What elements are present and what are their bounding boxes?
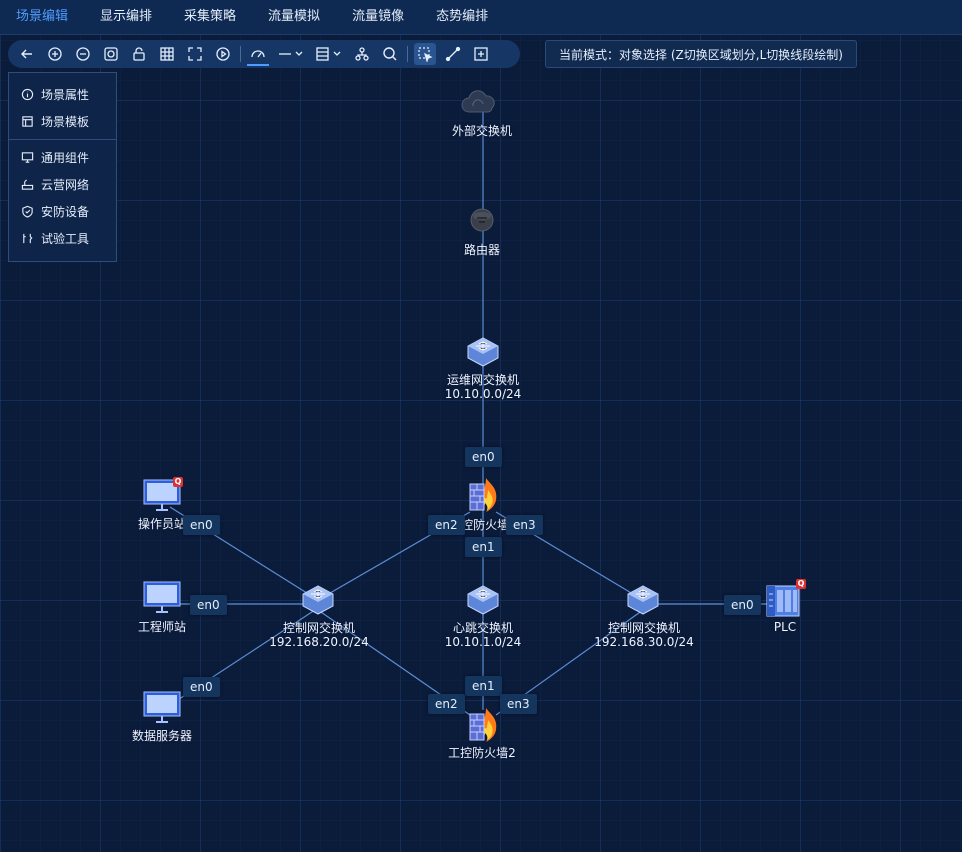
switch-icon[interactable] — [466, 584, 500, 616]
port-label[interactable]: en2 — [428, 515, 465, 535]
canvas-toolbar — [8, 40, 520, 68]
panel-cloud-network-label: 云营网络 — [41, 178, 90, 192]
router-label: 路由器 — [463, 243, 501, 257]
monitor-icon — [21, 152, 34, 163]
panel-security[interactable]: 安防设备 — [9, 198, 116, 225]
port-label[interactable]: en0 — [183, 677, 220, 697]
tools-icon — [23, 233, 33, 244]
gauge-icon[interactable] — [247, 42, 269, 66]
zoom-out-icon[interactable] — [72, 43, 94, 65]
ctrl-switch-left-label: 控制网交换机 — [282, 621, 356, 635]
cloud-icon[interactable] — [461, 88, 499, 116]
fit-view-icon[interactable] — [100, 43, 122, 65]
draw-line-icon[interactable] — [442, 43, 464, 65]
tree-icon[interactable] — [351, 43, 373, 65]
menu-traffic-mirror[interactable]: 流量镜像 — [336, 0, 420, 34]
add-node-icon[interactable] — [470, 43, 492, 65]
info-icon — [21, 88, 34, 101]
data-server-label: 数据服务器 — [131, 729, 193, 743]
template-icon — [22, 116, 33, 127]
port-label[interactable]: en1 — [465, 676, 502, 696]
engineer-station-label: 工程师站 — [137, 620, 187, 634]
router-icon — [21, 179, 34, 190]
play-icon[interactable] — [212, 43, 234, 65]
heartbeat-switch-label: 心跳交换机 — [452, 621, 514, 635]
panel-divider — [9, 139, 116, 140]
ctrl-switch-right-label: 控制网交换机 — [607, 621, 681, 635]
select-box-icon[interactable] — [414, 43, 436, 65]
line-style-icon[interactable] — [275, 43, 307, 65]
ops-switch-subnet: 10.10.0.0/24 — [444, 387, 522, 401]
menu-collect[interactable]: 采集策略 — [168, 0, 252, 34]
port-label[interactable]: en0 — [190, 595, 227, 615]
port-label[interactable]: en0 — [465, 447, 502, 467]
qbadge-operator: Q — [173, 477, 183, 487]
router-icon[interactable] — [468, 206, 496, 234]
ctrl-switch-left-subnet: 192.168.20.0/24 — [269, 635, 369, 649]
back-icon[interactable] — [16, 43, 38, 65]
switch-icon[interactable] — [626, 584, 660, 616]
toolbar-divider — [407, 46, 408, 62]
panel-test-tools-label: 试验工具 — [41, 232, 90, 246]
panel-test-tools[interactable]: 试验工具 — [9, 225, 116, 252]
switch-icon[interactable] — [466, 336, 500, 368]
port-label[interactable]: en0 — [724, 595, 761, 615]
plc-label: PLC — [773, 620, 797, 634]
ops-switch-label: 运维网交换机 — [446, 373, 520, 387]
operator-station-label: 操作员站 — [137, 517, 187, 531]
port-label[interactable]: en3 — [506, 515, 543, 535]
port-label[interactable]: en0 — [183, 515, 220, 535]
menu-display[interactable]: 显示编排 — [84, 0, 168, 34]
top-menu-bar: 场景编辑 显示编排 采集策略 流量模拟 流量镜像 态势编排 — [0, 0, 962, 35]
grid-icon[interactable] — [156, 43, 178, 65]
panel-scene-template-label: 场景模板 — [41, 115, 90, 129]
monitor-icon[interactable] — [142, 580, 182, 614]
menu-situation[interactable]: 态势编排 — [420, 0, 504, 34]
menu-traffic-sim[interactable]: 流量模拟 — [252, 0, 336, 34]
port-label[interactable]: en1 — [465, 537, 502, 557]
component-panel: 场景属性 场景模板 通用组件 云营网络 安防设备 试验工具 — [8, 72, 117, 262]
firewall2-label: 工控防火墙2 — [448, 746, 516, 760]
mode-indicator: 当前模式：对象选择 (Z切换区域划分,L切换线段绘制) — [545, 40, 857, 68]
panel-common[interactable]: 通用组件 — [9, 144, 116, 171]
menu-scene-edit[interactable]: 场景编辑 — [0, 0, 84, 34]
port-label[interactable]: en3 — [500, 694, 537, 714]
qbadge-plc: Q — [796, 579, 806, 589]
firewall-icon[interactable] — [466, 474, 502, 516]
toolbar-divider — [240, 46, 241, 62]
external-switch-label: 外部交换机 — [451, 124, 513, 138]
panel-scene-props-label: 场景属性 — [41, 88, 90, 102]
layout-icon[interactable] — [313, 43, 345, 65]
panel-scene-template[interactable]: 场景模板 — [9, 108, 116, 135]
ctrl-switch-right-subnet: 192.168.30.0/24 — [594, 635, 694, 649]
heartbeat-switch-subnet: 10.10.1.0/24 — [444, 635, 522, 649]
port-label[interactable]: en2 — [428, 694, 465, 714]
shield-icon — [22, 205, 33, 218]
panel-scene-props[interactable]: 场景属性 — [9, 81, 116, 108]
firewall-icon[interactable] — [466, 704, 502, 746]
panel-security-label: 安防设备 — [41, 205, 90, 219]
switch-icon[interactable] — [301, 584, 335, 616]
fullscreen-icon[interactable] — [184, 43, 206, 65]
lock-icon[interactable] — [128, 43, 150, 65]
monitor-icon[interactable] — [142, 690, 182, 724]
panel-cloud-network[interactable]: 云营网络 — [9, 171, 116, 198]
zoom-in-icon[interactable] — [44, 43, 66, 65]
panel-common-label: 通用组件 — [41, 151, 90, 165]
search-icon[interactable] — [379, 43, 401, 65]
